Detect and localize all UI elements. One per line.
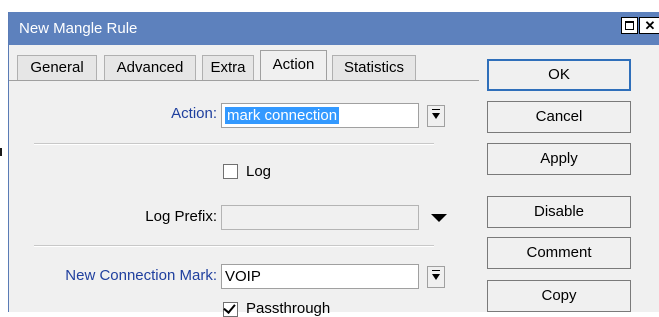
new-connection-mark-dropdown-button[interactable]: [427, 266, 445, 288]
action-label: Action:: [171, 105, 217, 122]
window-title: New Mangle Rule: [19, 20, 138, 37]
checkmark-icon: [223, 301, 236, 314]
copy-button[interactable]: Copy: [487, 280, 631, 312]
close-icon[interactable]: ✕: [639, 17, 659, 34]
ok-button[interactable]: OK: [487, 59, 631, 91]
separator: [34, 143, 434, 145]
new-connection-mark-input[interactable]: VOIP: [221, 264, 419, 289]
title-bar[interactable]: New Mangle Rule ✕: [9, 12, 659, 45]
passthrough-label: Passthrough: [246, 300, 331, 317]
maximize-icon[interactable]: [621, 17, 638, 34]
disable-button[interactable]: Disable: [487, 196, 631, 228]
comment-button[interactable]: Comment: [487, 237, 631, 269]
action-tab-panel: Action: mark connection Log Log Prefix: …: [9, 48, 479, 317]
cancel-button[interactable]: Cancel: [487, 101, 631, 133]
action-select[interactable]: mark connection: [221, 103, 419, 128]
background-artifact: [0, 148, 2, 156]
apply-button[interactable]: Apply: [487, 143, 631, 175]
separator: [34, 245, 434, 247]
passthrough-checkbox[interactable]: [223, 301, 238, 317]
action-dropdown-button[interactable]: [427, 105, 445, 127]
log-prefix-label: Log Prefix:: [145, 208, 217, 225]
log-checkbox[interactable]: [223, 164, 238, 179]
action-value: mark connection: [225, 107, 340, 124]
new-connection-mark-label: New Connection Mark:: [65, 267, 217, 284]
mangle-rule-window: New Mangle Rule ✕ General Advanced Extra…: [8, 12, 659, 317]
log-prefix-dropdown-icon[interactable]: [431, 214, 447, 222]
log-prefix-input[interactable]: [221, 205, 419, 230]
log-label: Log: [246, 163, 272, 180]
